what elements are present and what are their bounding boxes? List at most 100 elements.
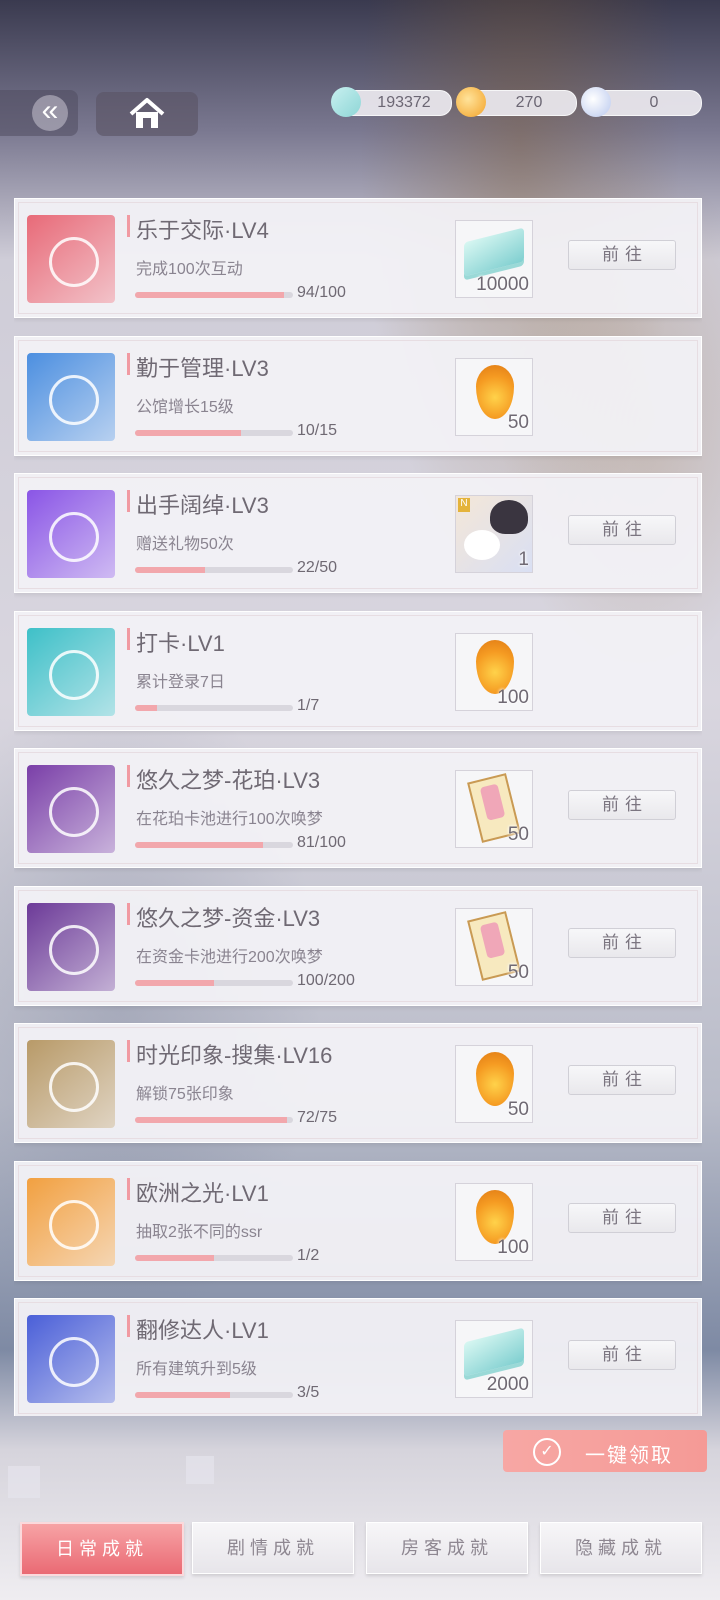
progress-bar xyxy=(135,1254,293,1261)
reward-qty: 50 xyxy=(507,961,529,983)
home-button[interactable] xyxy=(96,92,198,136)
achievement-title: 打卡·LV1 xyxy=(136,630,225,656)
achievement-title: 欧洲之光·LV1 xyxy=(136,1180,269,1206)
reward-item[interactable]: 50 xyxy=(455,907,533,986)
ticket-crystal-icon xyxy=(581,87,611,117)
check-circle-icon: ✓ xyxy=(533,1438,561,1466)
achievement-card: 悠久之梦-花珀·LV3 在花珀卡池进行100次唤梦 81/100 50 前往 xyxy=(14,748,702,868)
tab-daily[interactable]: 日常成就 xyxy=(20,1522,184,1576)
flower-badge-icon xyxy=(27,765,115,853)
tab-story[interactable]: 剧情成就 xyxy=(192,1522,354,1574)
achievement-card: 时光印象-搜集·LV16 解锁75张印象 72/75 50 前往 xyxy=(14,1023,702,1143)
go-button[interactable]: 前往 xyxy=(568,1065,676,1095)
tab-label: 隐藏成就 xyxy=(575,1538,667,1558)
achievement-title: 乐于交际·LV4 xyxy=(136,218,269,243)
currency-ticket-value: 0 xyxy=(649,94,659,111)
currency-cash-value: 193372 xyxy=(377,94,431,111)
reward-qty: 100 xyxy=(497,686,529,708)
achievement-card: 出手阔绰·LV3 赠送礼物50次 22/50 N 1 前往 xyxy=(14,473,702,593)
decor-square xyxy=(186,1456,214,1484)
progress-fill xyxy=(135,567,205,573)
achievement-desc: 公馆增长15级 xyxy=(136,398,234,416)
achievement-desc: 抽取2张不同的ssr xyxy=(136,1223,263,1241)
currency-amber-value: 270 xyxy=(515,94,543,111)
go-button[interactable]: 前往 xyxy=(568,515,676,545)
tab-hidden[interactable]: 隐藏成就 xyxy=(540,1522,702,1574)
title-accent xyxy=(127,1177,130,1200)
currency-cash: 193372 xyxy=(331,87,452,117)
progress-text: 94/100 xyxy=(297,284,346,301)
achievement-desc: 累计登录7日 xyxy=(136,673,225,691)
reward-item[interactable]: 50 xyxy=(455,357,533,436)
tab-label: 房客成就 xyxy=(401,1538,493,1558)
go-button[interactable]: 前往 xyxy=(568,1202,676,1233)
decor-square xyxy=(8,1466,40,1498)
achievement-desc: 解锁75张印象 xyxy=(136,1086,234,1103)
reward-item[interactable]: 50 xyxy=(455,1045,533,1123)
title-accent xyxy=(127,1040,130,1062)
achievement-title: 悠久之梦-资金·LV3 xyxy=(136,905,321,931)
progress-bar xyxy=(135,979,293,986)
achievement-card: 打卡·LV1 累计登录7日 1/7 100 xyxy=(14,610,702,731)
achievement-card: 悠久之梦-资金·LV3 在资金卡池进行200次唤梦 100/200 50 前往 xyxy=(14,885,702,1006)
progress-text: 3/5 xyxy=(297,1384,320,1401)
achievement-title: 时光印象-搜集·LV16 xyxy=(136,1043,333,1068)
progress-fill xyxy=(135,1254,214,1261)
progress-bar xyxy=(135,567,293,573)
crown-light-icon xyxy=(27,1177,115,1266)
title-accent xyxy=(127,352,130,375)
reward-qty: 50 xyxy=(507,824,529,845)
progress-bar xyxy=(135,429,293,436)
achievement-desc: 赠送礼物50次 xyxy=(136,536,234,553)
reward-item[interactable]: 10000 xyxy=(455,220,533,298)
achievement-desc: 在花珀卡池进行100次唤梦 xyxy=(136,811,323,828)
go-button[interactable]: 前往 xyxy=(568,240,676,270)
title-accent xyxy=(127,215,130,237)
progress-text: 1/7 xyxy=(297,696,320,714)
title-accent xyxy=(127,1315,130,1337)
tab-label: 剧情成就 xyxy=(227,1538,319,1558)
progress-bar xyxy=(135,1117,293,1123)
achievement-desc: 所有建筑升到5级 xyxy=(136,1361,257,1378)
currency-amber: 270 xyxy=(456,87,577,117)
achievement-card: 欧洲之光·LV1 抽取2张不同的ssr 1/2 100 前往 xyxy=(14,1160,702,1281)
reward-qty: 2000 xyxy=(486,1374,529,1395)
reward-qty: 1 xyxy=(518,549,529,570)
go-button[interactable]: 前往 xyxy=(568,927,676,958)
reward-qty: 50 xyxy=(507,1099,529,1120)
title-accent xyxy=(127,490,130,512)
tab-tenant[interactable]: 房客成就 xyxy=(366,1522,528,1574)
card-border xyxy=(18,614,698,727)
reward-item[interactable]: 100 xyxy=(455,632,533,711)
achievement-card: 勤于管理·LV3 公馆增长15级 10/15 50 xyxy=(14,335,702,456)
achievement-desc: 在资金卡池进行200次唤梦 xyxy=(136,948,323,966)
claim-all-button[interactable]: ✓ 一键领取 xyxy=(503,1430,707,1472)
title-accent xyxy=(127,902,130,925)
progress-fill xyxy=(135,842,263,848)
progress-text: 100/200 xyxy=(297,971,355,989)
reward-item[interactable]: N 1 xyxy=(455,495,533,573)
reward-item[interactable]: 2000 xyxy=(455,1320,533,1398)
progress-bar xyxy=(135,1392,293,1398)
progress-text: 22/50 xyxy=(297,559,338,576)
go-button[interactable]: 前往 xyxy=(568,1340,676,1370)
reward-item[interactable]: 100 xyxy=(455,1182,533,1261)
reward-qty: 50 xyxy=(507,411,529,433)
progress-text: 72/75 xyxy=(297,1109,338,1126)
dollar-badge-icon xyxy=(27,902,115,991)
go-button[interactable]: 前往 xyxy=(568,790,676,820)
unlock-cards-icon xyxy=(27,1040,115,1128)
achievement-title: 勤于管理·LV3 xyxy=(136,355,269,381)
progress-bar xyxy=(135,292,293,298)
achievement-title: 翻修达人·LV1 xyxy=(136,1318,269,1343)
achievement-list[interactable]: 乐于交际·LV4 完成100次互动 94/100 10000 前往 勤于管理·L… xyxy=(14,198,702,1416)
reward-qty: 10000 xyxy=(476,274,529,295)
progress-text: 10/15 xyxy=(297,421,338,439)
progress-fill xyxy=(135,704,158,711)
double-chevron-left-icon: « xyxy=(32,95,68,131)
progress-fill xyxy=(135,1117,287,1123)
claim-all-label: 一键领取 xyxy=(585,1445,673,1467)
back-button[interactable]: « xyxy=(0,90,78,136)
reward-item[interactable]: 50 xyxy=(455,770,533,848)
progress-text: 81/100 xyxy=(297,834,346,851)
